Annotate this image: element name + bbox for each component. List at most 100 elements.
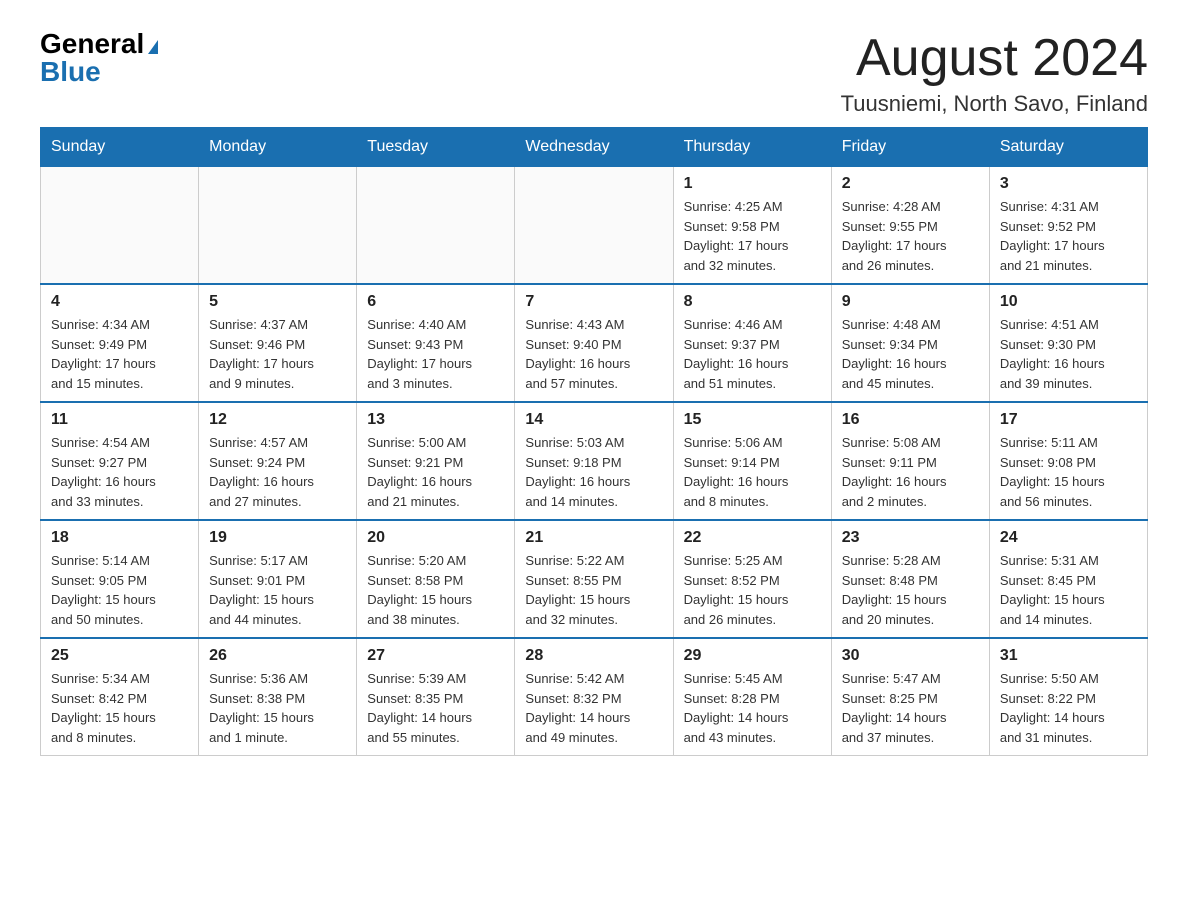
day-number: 18 (51, 529, 188, 547)
day-number: 16 (842, 411, 979, 429)
day-info: Sunrise: 5:00 AMSunset: 9:21 PMDaylight:… (367, 433, 504, 511)
day-info: Sunrise: 4:57 AMSunset: 9:24 PMDaylight:… (209, 433, 346, 511)
calendar-header-row: SundayMondayTuesdayWednesdayThursdayFrid… (41, 128, 1148, 167)
calendar-cell-25: 25 Sunrise: 5:34 AMSunset: 8:42 PMDayligh… (41, 638, 199, 756)
day-info: Sunrise: 4:37 AMSunset: 9:46 PMDaylight:… (209, 315, 346, 393)
day-number: 11 (51, 411, 188, 429)
day-number: 19 (209, 529, 346, 547)
page-header: General Blue August 2024 Tuusniemi, Nort… (40, 30, 1148, 117)
day-number: 27 (367, 647, 504, 665)
day-number: 21 (525, 529, 662, 547)
calendar-cell-6: 6 Sunrise: 4:40 AMSunset: 9:43 PMDaylight… (357, 284, 515, 402)
day-number: 23 (842, 529, 979, 547)
calendar-cell-3: 3 Sunrise: 4:31 AMSunset: 9:52 PMDaylight… (989, 167, 1147, 285)
day-info: Sunrise: 4:40 AMSunset: 9:43 PMDaylight:… (367, 315, 504, 393)
day-number: 20 (367, 529, 504, 547)
title-section: August 2024 Tuusniemi, North Savo, Finla… (841, 30, 1148, 117)
calendar-cell-1: 1Sunrise: 4:25 AMSunset: 9:58 PMDaylight… (673, 167, 831, 285)
logo: General Blue (40, 30, 158, 86)
month-title: August 2024 (841, 30, 1148, 87)
calendar-cell-20: 20Sunrise: 5:20 AMSunset: 8:58 PMDayligh… (357, 520, 515, 638)
logo-blue-text: Blue (40, 56, 101, 87)
calendar-week-2: 4Sunrise: 4:34 AMSunset: 9:49 PMDaylight… (41, 284, 1148, 402)
calendar-cell-27: 27 Sunrise: 5:39 AMSunset: 8:35 PMDayligh… (357, 638, 515, 756)
calendar-cell-empty-3 (515, 167, 673, 285)
calendar-cell-14: 14 Sunrise: 5:03 AMSunset: 9:18 PMDayligh… (515, 402, 673, 520)
day-number: 3 (1000, 175, 1137, 193)
location-title: Tuusniemi, North Savo, Finland (841, 91, 1148, 117)
day-number: 6 (367, 293, 504, 311)
day-info: Sunrise: 5:17 AMSunset: 9:01 PMDaylight:… (209, 551, 346, 629)
calendar-table: SundayMondayTuesdayWednesdayThursdayFrid… (40, 127, 1148, 756)
day-number: 22 (684, 529, 821, 547)
day-number: 13 (367, 411, 504, 429)
calendar-cell-29: 29 Sunrise: 5:45 AMSunset: 8:28 PMDayligh… (673, 638, 831, 756)
day-info: Sunrise: 4:54 AMSunset: 9:27 PMDaylight:… (51, 433, 188, 511)
logo-general-text: General (40, 30, 144, 58)
calendar-cell-21: 21Sunrise: 5:22 AMSunset: 8:55 PMDayligh… (515, 520, 673, 638)
calendar-cell-11: 11 Sunrise: 4:54 AMSunset: 9:27 PMDayligh… (41, 402, 199, 520)
day-info: Sunrise: 5:39 AMSunset: 8:35 PMDaylight:… (367, 669, 504, 747)
day-info: Sunrise: 5:03 AMSunset: 9:18 PMDaylight:… (525, 433, 662, 511)
calendar-header-friday: Friday (831, 128, 989, 167)
day-number: 2 (842, 175, 979, 193)
calendar-cell-16: 16 Sunrise: 5:08 AMSunset: 9:11 PMDayligh… (831, 402, 989, 520)
calendar-header-wednesday: Wednesday (515, 128, 673, 167)
calendar-week-1: 1Sunrise: 4:25 AMSunset: 9:58 PMDaylight… (41, 167, 1148, 285)
day-number: 5 (209, 293, 346, 311)
calendar-header-saturday: Saturday (989, 128, 1147, 167)
calendar-cell-31: 31Sunrise: 5:50 AMSunset: 8:22 PMDayligh… (989, 638, 1147, 756)
calendar-cell-26: 26Sunrise: 5:36 AMSunset: 8:38 PMDayligh… (199, 638, 357, 756)
calendar-cell-8: 8Sunrise: 4:46 AMSunset: 9:37 PMDaylight… (673, 284, 831, 402)
day-info: Sunrise: 5:28 AMSunset: 8:48 PMDaylight:… (842, 551, 979, 629)
calendar-header-monday: Monday (199, 128, 357, 167)
day-number: 28 (525, 647, 662, 665)
calendar-cell-9: 9 Sunrise: 4:48 AMSunset: 9:34 PMDaylight… (831, 284, 989, 402)
day-number: 14 (525, 411, 662, 429)
day-number: 24 (1000, 529, 1137, 547)
calendar-cell-2: 2 Sunrise: 4:28 AMSunset: 9:55 PMDaylight… (831, 167, 989, 285)
day-info: Sunrise: 5:08 AMSunset: 9:11 PMDaylight:… (842, 433, 979, 511)
calendar-week-3: 11 Sunrise: 4:54 AMSunset: 9:27 PMDayligh… (41, 402, 1148, 520)
calendar-cell-23: 23 Sunrise: 5:28 AMSunset: 8:48 PMDayligh… (831, 520, 989, 638)
day-info: Sunrise: 4:48 AMSunset: 9:34 PMDaylight:… (842, 315, 979, 393)
day-number: 15 (684, 411, 821, 429)
day-info: Sunrise: 5:45 AMSunset: 8:28 PMDaylight:… (684, 669, 821, 747)
day-info: Sunrise: 4:46 AMSunset: 9:37 PMDaylight:… (684, 315, 821, 393)
day-info: Sunrise: 5:42 AMSunset: 8:32 PMDaylight:… (525, 669, 662, 747)
calendar-cell-28: 28 Sunrise: 5:42 AMSunset: 8:32 PMDayligh… (515, 638, 673, 756)
calendar-cell-7: 7Sunrise: 4:43 AMSunset: 9:40 PMDaylight… (515, 284, 673, 402)
day-info: Sunrise: 5:06 AMSunset: 9:14 PMDaylight:… (684, 433, 821, 511)
day-info: Sunrise: 5:31 AMSunset: 8:45 PMDaylight:… (1000, 551, 1137, 629)
calendar-header-tuesday: Tuesday (357, 128, 515, 167)
calendar-cell-13: 13 Sunrise: 5:00 AMSunset: 9:21 PMDayligh… (357, 402, 515, 520)
calendar-cell-15: 15 Sunrise: 5:06 AMSunset: 9:14 PMDayligh… (673, 402, 831, 520)
day-info: Sunrise: 4:31 AMSunset: 9:52 PMDaylight:… (1000, 197, 1137, 275)
day-number: 12 (209, 411, 346, 429)
calendar-cell-22: 22 Sunrise: 5:25 AMSunset: 8:52 PMDayligh… (673, 520, 831, 638)
day-number: 25 (51, 647, 188, 665)
day-number: 1 (684, 175, 821, 193)
calendar-cell-empty-1 (199, 167, 357, 285)
day-info: Sunrise: 4:28 AMSunset: 9:55 PMDaylight:… (842, 197, 979, 275)
day-info: Sunrise: 5:25 AMSunset: 8:52 PMDaylight:… (684, 551, 821, 629)
calendar-cell-4: 4Sunrise: 4:34 AMSunset: 9:49 PMDaylight… (41, 284, 199, 402)
calendar-cell-18: 18Sunrise: 5:14 AMSunset: 9:05 PMDayligh… (41, 520, 199, 638)
calendar-header-sunday: Sunday (41, 128, 199, 167)
calendar-cell-24: 24 Sunrise: 5:31 AMSunset: 8:45 PMDayligh… (989, 520, 1147, 638)
calendar-cell-5: 5 Sunrise: 4:37 AMSunset: 9:46 PMDaylight… (199, 284, 357, 402)
day-number: 17 (1000, 411, 1137, 429)
calendar-header-thursday: Thursday (673, 128, 831, 167)
day-info: Sunrise: 5:11 AMSunset: 9:08 PMDaylight:… (1000, 433, 1137, 511)
day-number: 30 (842, 647, 979, 665)
day-number: 31 (1000, 647, 1137, 665)
day-info: Sunrise: 4:34 AMSunset: 9:49 PMDaylight:… (51, 315, 188, 393)
day-info: Sunrise: 5:47 AMSunset: 8:25 PMDaylight:… (842, 669, 979, 747)
day-info: Sunrise: 5:34 AMSunset: 8:42 PMDaylight:… (51, 669, 188, 747)
calendar-cell-30: 30 Sunrise: 5:47 AMSunset: 8:25 PMDayligh… (831, 638, 989, 756)
calendar-cell-empty-0 (41, 167, 199, 285)
day-number: 29 (684, 647, 821, 665)
day-number: 9 (842, 293, 979, 311)
calendar-week-5: 25 Sunrise: 5:34 AMSunset: 8:42 PMDayligh… (41, 638, 1148, 756)
calendar-cell-12: 12 Sunrise: 4:57 AMSunset: 9:24 PMDayligh… (199, 402, 357, 520)
